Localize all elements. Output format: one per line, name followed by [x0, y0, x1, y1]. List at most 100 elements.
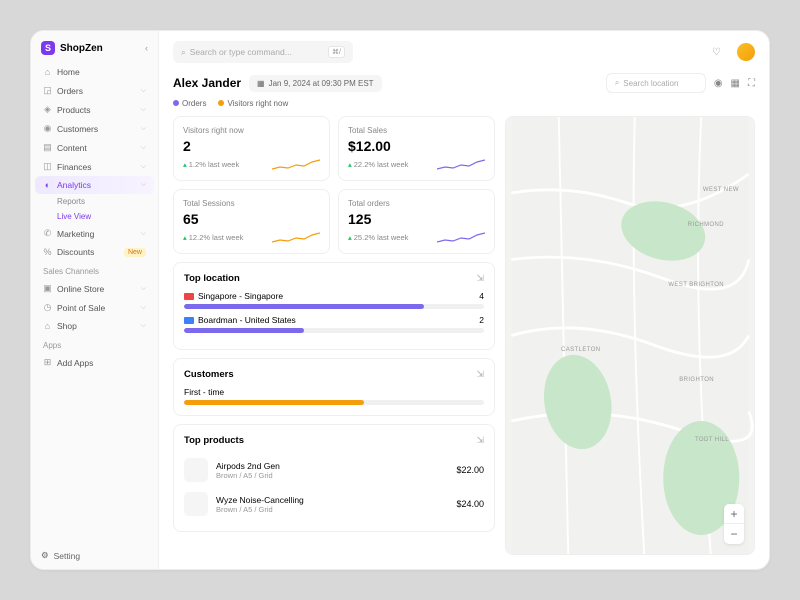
- stat-trend: ▴ 12.2% last week: [183, 233, 243, 242]
- sidebar-label: Analytics: [57, 180, 91, 190]
- panel-title: Customers: [184, 369, 234, 380]
- panel-title: Top products: [184, 435, 244, 446]
- sidebar-item-orders[interactable]: ◲ Orders ⌵: [35, 81, 154, 100]
- chevron-icon: ⌵: [141, 125, 146, 133]
- location-name: Singapore - Singapore: [184, 291, 283, 301]
- bell-icon[interactable]: ♡: [712, 47, 721, 58]
- sidebar-item-products[interactable]: ◈Products⌵: [35, 100, 154, 119]
- top-location-panel: Top location ⇲ Singapore - Singapore4Boa…: [173, 262, 495, 350]
- apps-header: Apps: [35, 335, 154, 353]
- search-icon: ⌕: [181, 47, 186, 58]
- sidebar-sub-live-view[interactable]: Live View: [35, 209, 154, 224]
- stat-label: Total Sessions: [183, 199, 320, 208]
- search-kbd: ⌘/: [328, 46, 345, 58]
- orders-icon: ◲: [43, 85, 52, 96]
- chevron-icon: ⌵: [141, 230, 146, 238]
- product-name: Wyze Noise-Cancelling: [216, 495, 448, 505]
- map-label: TODT HILL: [695, 437, 729, 443]
- sidebar-label: Content: [57, 143, 87, 153]
- stat-trend: ▴ 25.2% last week: [348, 233, 408, 242]
- stat-card: Total Sales $12.00 ▴ 22.2% last week: [338, 116, 495, 181]
- stat-card: Visitors right now2▴ 1.2% last week: [173, 116, 330, 181]
- eye-icon[interactable]: ◉: [714, 78, 723, 89]
- command-search[interactable]: ⌕ Search or type command... ⌘/: [173, 41, 353, 63]
- stat-trend: ▴ 1.2% last week: [183, 160, 239, 169]
- sparkline: [272, 230, 320, 244]
- product-row[interactable]: Airpods 2nd GenBrown / A5 / Grid$22.00: [184, 453, 484, 487]
- map-icon[interactable]: ▦: [731, 78, 740, 89]
- export-icon[interactable]: ⇲: [476, 273, 484, 284]
- sparkline: [437, 157, 485, 171]
- sidebar-label: Customers: [57, 124, 98, 134]
- products-icon: ◈: [43, 104, 52, 115]
- date-picker[interactable]: ▦ Jan 9, 2024 at 09:30 PM EST: [249, 75, 382, 92]
- product-image: [184, 492, 208, 516]
- chevron-icon: ⌵: [141, 106, 146, 114]
- chevron-icon: ⌵: [141, 285, 146, 293]
- product-price: $24.00: [456, 499, 484, 509]
- sidebar-item-point-of-sale[interactable]: ◷Point of Sale⌵: [35, 298, 154, 317]
- sidebar-label: Finances: [57, 162, 92, 172]
- stat-value: 125: [348, 211, 485, 227]
- sidebar-label: Orders: [57, 86, 83, 96]
- sidebar-item-analytics[interactable]: ◐Analytics⌵: [35, 176, 154, 194]
- stat-value: $12.00: [348, 138, 485, 154]
- sidebar-item-add-apps[interactable]: ⊞Add Apps: [35, 353, 154, 372]
- sparkline: [437, 230, 485, 244]
- sidebar-item-shop[interactable]: ⌂Shop⌵: [35, 317, 154, 335]
- sidebar-label: Discounts: [57, 247, 94, 257]
- stat-label: Total Sales: [348, 126, 485, 135]
- location-search[interactable]: ⌕ Search location: [606, 73, 706, 93]
- sidebar-label: Marketing: [57, 229, 94, 239]
- avatar[interactable]: [737, 43, 755, 61]
- chevron-icon: ⌵: [141, 322, 146, 330]
- search-icon: ⌕: [615, 78, 619, 88]
- channels-header: Sales Channels: [35, 261, 154, 279]
- date-text: Jan 9, 2024 at 09:30 PM EST: [269, 79, 374, 88]
- fullscreen-icon[interactable]: ⛶: [748, 78, 755, 89]
- chevron-icon: ⌵: [141, 144, 146, 152]
- chevron-icon: ⌵: [141, 181, 146, 189]
- map-label: CASTLETON: [561, 347, 601, 353]
- sidebar-item-online-store[interactable]: ▣Online Store⌵: [35, 279, 154, 298]
- finances-icon: ◫: [43, 161, 52, 172]
- stat-trend: ▴ 22.2% last week: [348, 160, 408, 169]
- panel-title: Top location: [184, 273, 240, 284]
- sidebar-item-finances[interactable]: ◫Finances⌵: [35, 157, 154, 176]
- sidebar-item-content[interactable]: ▤Content⌵: [35, 138, 154, 157]
- map-label: BRIGHTON: [679, 377, 714, 383]
- chevron-icon: ⌵: [141, 87, 146, 95]
- legend-visitors: Visitors right now: [218, 99, 288, 108]
- discounts-icon: %: [43, 247, 52, 257]
- sidebar-item-marketing[interactable]: ✆Marketing⌵: [35, 224, 154, 243]
- logo[interactable]: S ShopZen ‹: [31, 31, 158, 63]
- export-icon[interactable]: ⇲: [476, 435, 484, 446]
- product-image: [184, 458, 208, 482]
- product-row[interactable]: Wyze Noise-CancellingBrown / A5 / Grid$2…: [184, 487, 484, 521]
- sidebar-item-home[interactable]: ⌂Home: [35, 63, 154, 81]
- stat-label: Visitors right now: [183, 126, 320, 135]
- product-price: $22.00: [456, 465, 484, 475]
- map-zoom: + −: [724, 504, 744, 544]
- map[interactable]: WEST NEW RICHMOND WEST BRIGHTON CASTLETO…: [505, 116, 755, 555]
- stat-label: Total orders: [348, 199, 485, 208]
- badge-new: New: [124, 248, 146, 257]
- search-placeholder: Search or type command...: [190, 47, 292, 57]
- sparkline: [272, 157, 320, 171]
- map-label: WEST NEW: [703, 187, 739, 193]
- zoom-in-button[interactable]: +: [724, 504, 744, 524]
- sidebar-sub-reports[interactable]: Reports: [35, 194, 154, 209]
- product-name: Airpods 2nd Gen: [216, 461, 448, 471]
- zoom-out-button[interactable]: −: [724, 524, 744, 544]
- sidebar-label: Home: [57, 67, 80, 77]
- gear-icon: ⚙: [41, 550, 49, 561]
- brand-name: ShopZen: [60, 43, 103, 54]
- setting-label: Setting: [54, 551, 80, 561]
- collapse-icon[interactable]: ‹: [145, 43, 148, 53]
- customers-icon: ◉: [43, 123, 52, 134]
- sidebar-setting[interactable]: ⚙ Setting: [31, 542, 158, 569]
- sidebar-item-customers[interactable]: ◉ Customers ⌵: [35, 119, 154, 138]
- sidebar-item-discounts[interactable]: % Discounts New: [35, 243, 154, 261]
- export-icon[interactable]: ⇲: [476, 369, 484, 380]
- calendar-icon: ▦: [257, 79, 265, 88]
